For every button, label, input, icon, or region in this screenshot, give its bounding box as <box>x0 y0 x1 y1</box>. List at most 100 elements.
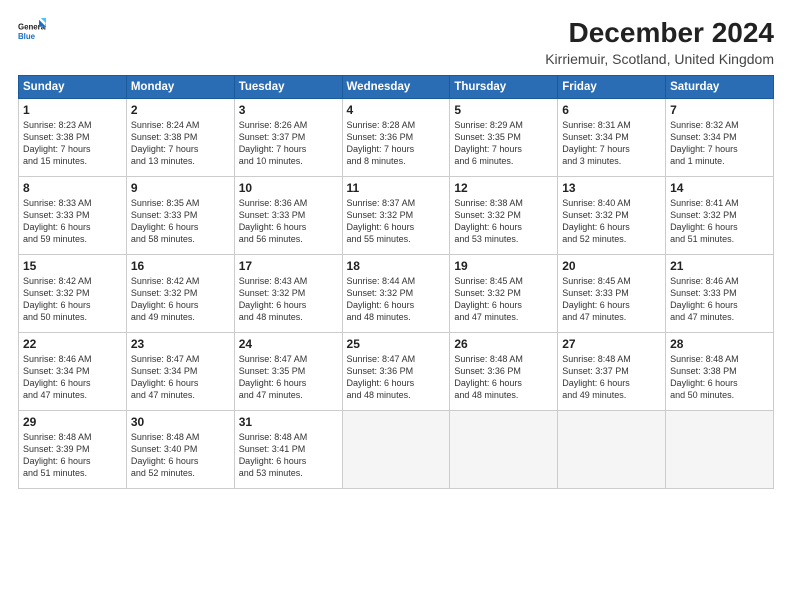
title-block: December 2024 Kirriemuir, Scotland, Unit… <box>545 18 774 67</box>
day-number: 5 <box>454 103 553 117</box>
table-row: 8 Sunrise: 8:33 AMSunset: 3:33 PMDaylight… <box>19 176 127 254</box>
logo-icon: GeneralBlue <box>18 18 46 46</box>
day-number: 17 <box>239 259 338 273</box>
day-number: 8 <box>23 181 122 195</box>
cell-content: Sunrise: 8:45 AMSunset: 3:33 PMDaylight:… <box>562 275 661 324</box>
table-row <box>450 410 558 488</box>
cell-content: Sunrise: 8:42 AMSunset: 3:32 PMDaylight:… <box>23 275 122 324</box>
cell-content: Sunrise: 8:40 AMSunset: 3:32 PMDaylight:… <box>562 197 661 246</box>
day-number: 6 <box>562 103 661 117</box>
table-row <box>342 410 450 488</box>
day-number: 12 <box>454 181 553 195</box>
day-number: 2 <box>131 103 230 117</box>
cell-content: Sunrise: 8:33 AMSunset: 3:33 PMDaylight:… <box>23 197 122 246</box>
col-saturday: Saturday <box>666 75 774 98</box>
main-title: December 2024 <box>545 18 774 49</box>
cell-content: Sunrise: 8:35 AMSunset: 3:33 PMDaylight:… <box>131 197 230 246</box>
cell-content: Sunrise: 8:24 AMSunset: 3:38 PMDaylight:… <box>131 119 230 168</box>
table-row: 5 Sunrise: 8:29 AMSunset: 3:35 PMDaylight… <box>450 98 558 176</box>
cell-content: Sunrise: 8:48 AMSunset: 3:40 PMDaylight:… <box>131 431 230 480</box>
table-row: 3 Sunrise: 8:26 AMSunset: 3:37 PMDaylight… <box>234 98 342 176</box>
table-row: 12 Sunrise: 8:38 AMSunset: 3:32 PMDayligh… <box>450 176 558 254</box>
table-row: 26Sunrise: 8:48 AMSunset: 3:36 PMDayligh… <box>450 332 558 410</box>
col-friday: Friday <box>558 75 666 98</box>
table-row: 1Sunrise: 8:23 AMSunset: 3:38 PMDaylight… <box>19 98 127 176</box>
day-number: 27 <box>562 337 661 351</box>
cell-content: Sunrise: 8:47 AMSunset: 3:36 PMDaylight:… <box>347 353 446 402</box>
calendar-body: 1Sunrise: 8:23 AMSunset: 3:38 PMDaylight… <box>19 98 774 488</box>
table-row: 31Sunrise: 8:48 AMSunset: 3:41 PMDayligh… <box>234 410 342 488</box>
table-row: 11Sunrise: 8:37 AMSunset: 3:32 PMDayligh… <box>342 176 450 254</box>
table-row: 16Sunrise: 8:42 AMSunset: 3:32 PMDayligh… <box>126 254 234 332</box>
col-monday: Monday <box>126 75 234 98</box>
calendar-week-3: 22 Sunrise: 8:46 AMSunset: 3:34 PMDayligh… <box>19 332 774 410</box>
table-row: 15 Sunrise: 8:42 AMSunset: 3:32 PMDayligh… <box>19 254 127 332</box>
page: GeneralBlue December 2024 Kirriemuir, Sc… <box>0 0 792 612</box>
day-number: 9 <box>131 181 230 195</box>
day-number: 20 <box>562 259 661 273</box>
table-row: 24Sunrise: 8:47 AMSunset: 3:35 PMDayligh… <box>234 332 342 410</box>
cell-content: Sunrise: 8:26 AMSunset: 3:37 PMDaylight:… <box>239 119 338 168</box>
day-number: 18 <box>347 259 446 273</box>
calendar-table: Sunday Monday Tuesday Wednesday Thursday… <box>18 75 774 489</box>
table-row: 30 Sunrise: 8:48 AMSunset: 3:40 PMDayligh… <box>126 410 234 488</box>
logo: GeneralBlue <box>18 18 46 46</box>
day-number: 3 <box>239 103 338 117</box>
col-thursday: Thursday <box>450 75 558 98</box>
day-number: 26 <box>454 337 553 351</box>
table-row: 19Sunrise: 8:45 AMSunset: 3:32 PMDayligh… <box>450 254 558 332</box>
calendar-week-2: 15 Sunrise: 8:42 AMSunset: 3:32 PMDayligh… <box>19 254 774 332</box>
day-number: 23 <box>131 337 230 351</box>
cell-content: Sunrise: 8:48 AMSunset: 3:41 PMDaylight:… <box>239 431 338 480</box>
table-row: 2 Sunrise: 8:24 AMSunset: 3:38 PMDaylight… <box>126 98 234 176</box>
table-row: 23 Sunrise: 8:47 AMSunset: 3:34 PMDayligh… <box>126 332 234 410</box>
cell-content: Sunrise: 8:41 AMSunset: 3:32 PMDaylight:… <box>670 197 769 246</box>
day-number: 21 <box>670 259 769 273</box>
table-row <box>666 410 774 488</box>
day-number: 7 <box>670 103 769 117</box>
table-row: 17 Sunrise: 8:43 AMSunset: 3:32 PMDayligh… <box>234 254 342 332</box>
table-row: 25 Sunrise: 8:47 AMSunset: 3:36 PMDayligh… <box>342 332 450 410</box>
cell-content: Sunrise: 8:48 AMSunset: 3:37 PMDaylight:… <box>562 353 661 402</box>
table-row: 14 Sunrise: 8:41 AMSunset: 3:32 PMDayligh… <box>666 176 774 254</box>
day-number: 22 <box>23 337 122 351</box>
table-row: 9 Sunrise: 8:35 AMSunset: 3:33 PMDaylight… <box>126 176 234 254</box>
calendar-week-4: 29Sunrise: 8:48 AMSunset: 3:39 PMDayligh… <box>19 410 774 488</box>
table-row: 20 Sunrise: 8:45 AMSunset: 3:33 PMDayligh… <box>558 254 666 332</box>
table-row: 18 Sunrise: 8:44 AMSunset: 3:32 PMDayligh… <box>342 254 450 332</box>
calendar-header-row: Sunday Monday Tuesday Wednesday Thursday… <box>19 75 774 98</box>
cell-content: Sunrise: 8:43 AMSunset: 3:32 PMDaylight:… <box>239 275 338 324</box>
table-row <box>558 410 666 488</box>
day-number: 24 <box>239 337 338 351</box>
day-number: 28 <box>670 337 769 351</box>
table-row: 21 Sunrise: 8:46 AMSunset: 3:33 PMDayligh… <box>666 254 774 332</box>
day-number: 30 <box>131 415 230 429</box>
cell-content: Sunrise: 8:38 AMSunset: 3:32 PMDaylight:… <box>454 197 553 246</box>
table-row: 13Sunrise: 8:40 AMSunset: 3:32 PMDayligh… <box>558 176 666 254</box>
calendar-week-1: 8 Sunrise: 8:33 AMSunset: 3:33 PMDaylight… <box>19 176 774 254</box>
calendar-week-0: 1Sunrise: 8:23 AMSunset: 3:38 PMDaylight… <box>19 98 774 176</box>
col-wednesday: Wednesday <box>342 75 450 98</box>
day-number: 15 <box>23 259 122 273</box>
cell-content: Sunrise: 8:37 AMSunset: 3:32 PMDaylight:… <box>347 197 446 246</box>
table-row: 27 Sunrise: 8:48 AMSunset: 3:37 PMDayligh… <box>558 332 666 410</box>
cell-content: Sunrise: 8:29 AMSunset: 3:35 PMDaylight:… <box>454 119 553 168</box>
col-sunday: Sunday <box>19 75 127 98</box>
cell-content: Sunrise: 8:44 AMSunset: 3:32 PMDaylight:… <box>347 275 446 324</box>
day-number: 14 <box>670 181 769 195</box>
cell-content: Sunrise: 8:31 AMSunset: 3:34 PMDaylight:… <box>562 119 661 168</box>
day-number: 16 <box>131 259 230 273</box>
table-row: 29Sunrise: 8:48 AMSunset: 3:39 PMDayligh… <box>19 410 127 488</box>
day-number: 29 <box>23 415 122 429</box>
subtitle: Kirriemuir, Scotland, United Kingdom <box>545 51 774 67</box>
cell-content: Sunrise: 8:46 AMSunset: 3:34 PMDaylight:… <box>23 353 122 402</box>
cell-content: Sunrise: 8:23 AMSunset: 3:38 PMDaylight:… <box>23 119 122 168</box>
cell-content: Sunrise: 8:46 AMSunset: 3:33 PMDaylight:… <box>670 275 769 324</box>
day-number: 4 <box>347 103 446 117</box>
cell-content: Sunrise: 8:47 AMSunset: 3:34 PMDaylight:… <box>131 353 230 402</box>
header: GeneralBlue December 2024 Kirriemuir, Sc… <box>18 18 774 67</box>
day-number: 25 <box>347 337 446 351</box>
cell-content: Sunrise: 8:28 AMSunset: 3:36 PMDaylight:… <box>347 119 446 168</box>
table-row: 22 Sunrise: 8:46 AMSunset: 3:34 PMDayligh… <box>19 332 127 410</box>
table-row: 7Sunrise: 8:32 AMSunset: 3:34 PMDaylight… <box>666 98 774 176</box>
